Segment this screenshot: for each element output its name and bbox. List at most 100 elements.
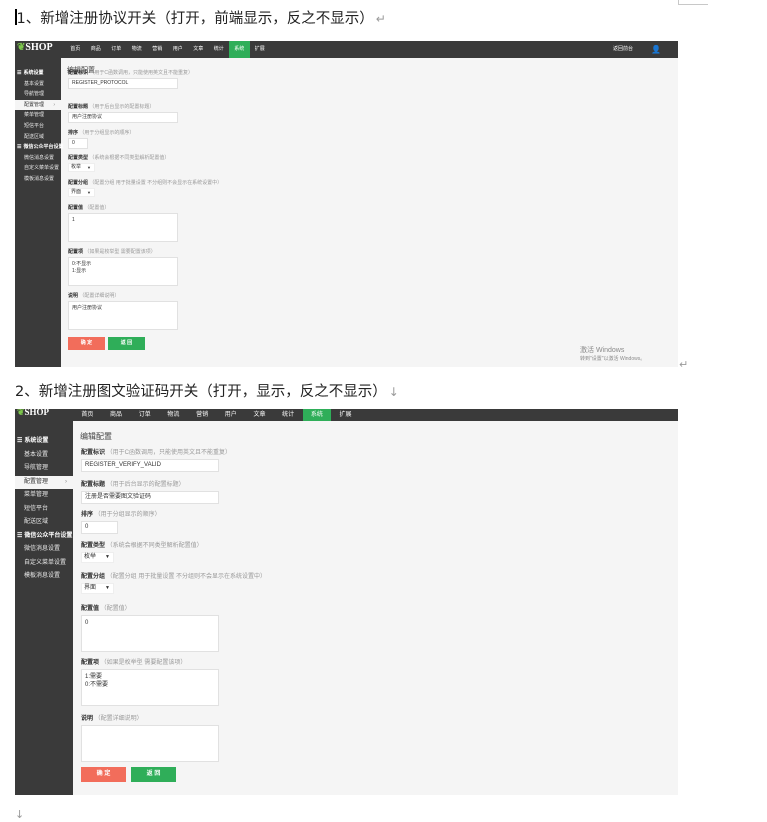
config-value-label: 配置值 （配置值） (68, 204, 109, 211)
config-type-label: 配置类型 （系统会根据不同类型解析配置值） (81, 540, 203, 549)
sidebar-item-label: 微信消息设置 (24, 546, 61, 552)
nav-tab-用户[interactable]: 用户 (216, 409, 245, 421)
sidebar-item-微信消息设置[interactable]: 微信消息设置 (15, 543, 73, 557)
sidebar-item-菜单管理[interactable]: 菜单管理 (15, 110, 61, 121)
sidebar-item-导航管理[interactable]: 导航管理 (15, 462, 73, 476)
config-type-select[interactable]: 枚举 ▼ (81, 552, 114, 563)
field-hint: （用于分组显示的顺序） (93, 512, 161, 518)
field-hint: （用于后台显示的配置标题） (105, 482, 185, 488)
sidebar-item-自定义菜单设置[interactable]: 自定义菜单设置 (15, 163, 61, 174)
select-value: 枚举 (71, 164, 82, 170)
config-group-select[interactable]: 界面 ▼ (81, 583, 114, 594)
windows-activation-watermark: 激活 Windows (580, 347, 625, 354)
config-sort-input[interactable]: 0 (68, 138, 88, 149)
sidebar-item-label: 基本设置 (24, 451, 49, 458)
config-description-textarea[interactable]: 用户注册协议 (68, 301, 178, 330)
config-items-textarea[interactable]: 1:需要 0:不需要 (81, 669, 219, 706)
sidebar-item-配置管理[interactable]: 配置管理 › (15, 475, 73, 489)
sidebar-item-微信公众平台设置[interactable]: ☰ 微信公众平台设置 (15, 142, 64, 153)
select-value: 枚举 (84, 554, 97, 560)
back-button[interactable]: 返 回 (108, 337, 145, 350)
config-items-textarea[interactable]: 0:不显示 1:显示 (68, 257, 178, 286)
sidebar-item-系统设置[interactable]: ☰ 系统设置 (15, 435, 73, 449)
nav-tab-系统[interactable]: 系统 (302, 409, 332, 421)
nav-tab-用户[interactable]: 用户 (168, 41, 189, 58)
nav-tab-统计[interactable]: 统计 (274, 409, 303, 421)
sidebar-item-label: 配送区域 (24, 519, 49, 525)
page-title: 编辑配置 (80, 432, 112, 441)
user-icon[interactable]: 👤 (651, 41, 661, 58)
field-label-text: 配置标题 (68, 104, 89, 110)
sidebar-item-导航管理[interactable]: 导航管理 (15, 89, 61, 100)
sidebar-item-配送区域[interactable]: 配送区域 (15, 516, 73, 530)
confirm-button[interactable]: 确 定 (68, 337, 105, 350)
field-hint: （配置分组 用于批量设置 不分组则不会显示在系统设置中） (105, 574, 267, 580)
nav-tab-营销[interactable]: 营销 (188, 409, 217, 421)
config-value-textarea[interactable]: 0 (81, 615, 219, 652)
field-label-text: 配置标识 (81, 450, 106, 456)
nav-tab-扩展[interactable]: 扩展 (250, 41, 271, 58)
config-sort-input[interactable]: 0 (81, 521, 118, 534)
section-heading-2: 2、新增注册图文验证码开关（打开，显示，反之不显示） ↓ (15, 384, 399, 400)
dropdown-arrow-icon: ▼ (87, 165, 91, 170)
sidebar-item-菜单管理[interactable]: 菜单管理 (15, 489, 73, 503)
sidebar-item-配送区域[interactable]: 配送区域 (15, 132, 61, 143)
sidebar-item-配置管理[interactable]: 配置管理 › (15, 99, 61, 111)
sidebar-item-微信消息设置[interactable]: 微信消息设置 (15, 153, 61, 164)
return-frontend-link[interactable]: 返回前台 (613, 41, 633, 58)
config-identifier-label: 配置标识 （用于C函数调用，只能使用英文且不能重复） (81, 447, 231, 456)
sidebar-item-label: 系统设置 (24, 438, 49, 444)
chevron-right-icon: › (53, 101, 55, 108)
sidebar-item-label: 自定义菜单设置 (24, 559, 67, 566)
sidebar-item-label: 短信平台 (24, 123, 45, 129)
config-sort-label: 排序 （用于分组显示的顺序） (68, 129, 134, 136)
config-type-select[interactable]: 枚举 ▼ (68, 163, 95, 172)
config-description-label: 说明 （配置详细说明） (68, 292, 119, 299)
sidebar-item-label: 基本设置 (24, 80, 45, 87)
config-title-input[interactable]: 注册是否需要图文验证码 (81, 491, 219, 504)
sidebar-item-系统设置[interactable]: ☰ 系统设置 (15, 68, 61, 79)
line-break-mark: ↓ (15, 808, 25, 821)
nav-tab-商品[interactable]: 商品 (86, 41, 107, 58)
field-label-text: 配置分组 (68, 180, 89, 186)
config-title-input[interactable]: 用户注册协议 (68, 112, 178, 123)
nav-tab-系统[interactable]: 系统 (229, 41, 250, 58)
config-description-textarea[interactable] (81, 725, 219, 762)
sidebar-item-基本设置[interactable]: 基本设置 (15, 79, 61, 90)
nav-tab-扩展[interactable]: 扩展 (331, 409, 360, 421)
config-identifier-input[interactable]: REGISTER_VERIFY_VALID (81, 459, 219, 472)
admin-sidebar: ☰ 系统设置 基本设置导航管理 配置管理 › 菜单管理短信平台配送区域 ☰ 微信公众平台设置微… (15, 58, 64, 367)
paragraph-mark: ↵ (679, 358, 689, 371)
config-identifier-input[interactable]: REGISTER_PROTOCOL (68, 78, 178, 89)
sidebar-item-模板消息设置[interactable]: 模板消息设置 (15, 570, 73, 584)
confirm-button[interactable]: 确 定 (81, 767, 126, 782)
sidebar-item-短信平台[interactable]: 短信平台 (15, 503, 73, 517)
config-group-select[interactable]: 界面 ▼ (68, 188, 95, 197)
nav-tab-首页[interactable]: 首页 (65, 41, 86, 58)
nav-tab-物流[interactable]: 物流 (159, 409, 188, 421)
shop-logo: ❦SHOP (17, 42, 53, 53)
sidebar-item-短信平台[interactable]: 短信平台 (15, 121, 61, 132)
nav-tab-首页[interactable]: 首页 (73, 409, 102, 421)
sidebar-item-自定义菜单设置[interactable]: 自定义菜单设置 (15, 557, 73, 571)
edit-config-form: 编辑配置配置标识 （用于C函数调用，只能使用英文且不能重复） REGISTER_V… (73, 421, 678, 795)
dropdown-arrow-icon: ▼ (87, 190, 91, 195)
nav-tab-统计[interactable]: 统计 (209, 41, 230, 58)
nav-tab-文章[interactable]: 文章 (245, 409, 274, 421)
config-group-label: 配置分组 （配置分组 用于批量设置 不分组则不会显示在系统设置中） (68, 179, 222, 186)
nav-tab-订单[interactable]: 订单 (106, 41, 127, 58)
nav-tab-营销[interactable]: 营销 (147, 41, 168, 58)
field-label-text: 排序 (68, 130, 79, 136)
nav-tab-文章[interactable]: 文章 (188, 41, 209, 58)
field-hint: （系统会根据不同类型解析配置值） (88, 155, 170, 161)
windows-activation-watermark-hint: 转到"设置"以激活 Windows。 (580, 356, 646, 362)
sidebar-item-模板消息设置[interactable]: 模板消息设置 (15, 174, 61, 185)
nav-tab-商品[interactable]: 商品 (102, 409, 131, 421)
nav-tab-物流[interactable]: 物流 (127, 41, 148, 58)
edit-config-form: 编辑配置 配置标识 （用于C函数调用，只能使用英文且不能重复） REGISTER_P… (61, 58, 678, 367)
back-button[interactable]: 返 回 (131, 767, 176, 782)
nav-tab-订单[interactable]: 订单 (130, 409, 159, 421)
sidebar-item-微信公众平台设置[interactable]: ☰ 微信公众平台设置 (15, 530, 73, 544)
config-value-textarea[interactable]: 1 (68, 213, 178, 242)
sidebar-item-基本设置[interactable]: 基本设置 (15, 449, 73, 463)
